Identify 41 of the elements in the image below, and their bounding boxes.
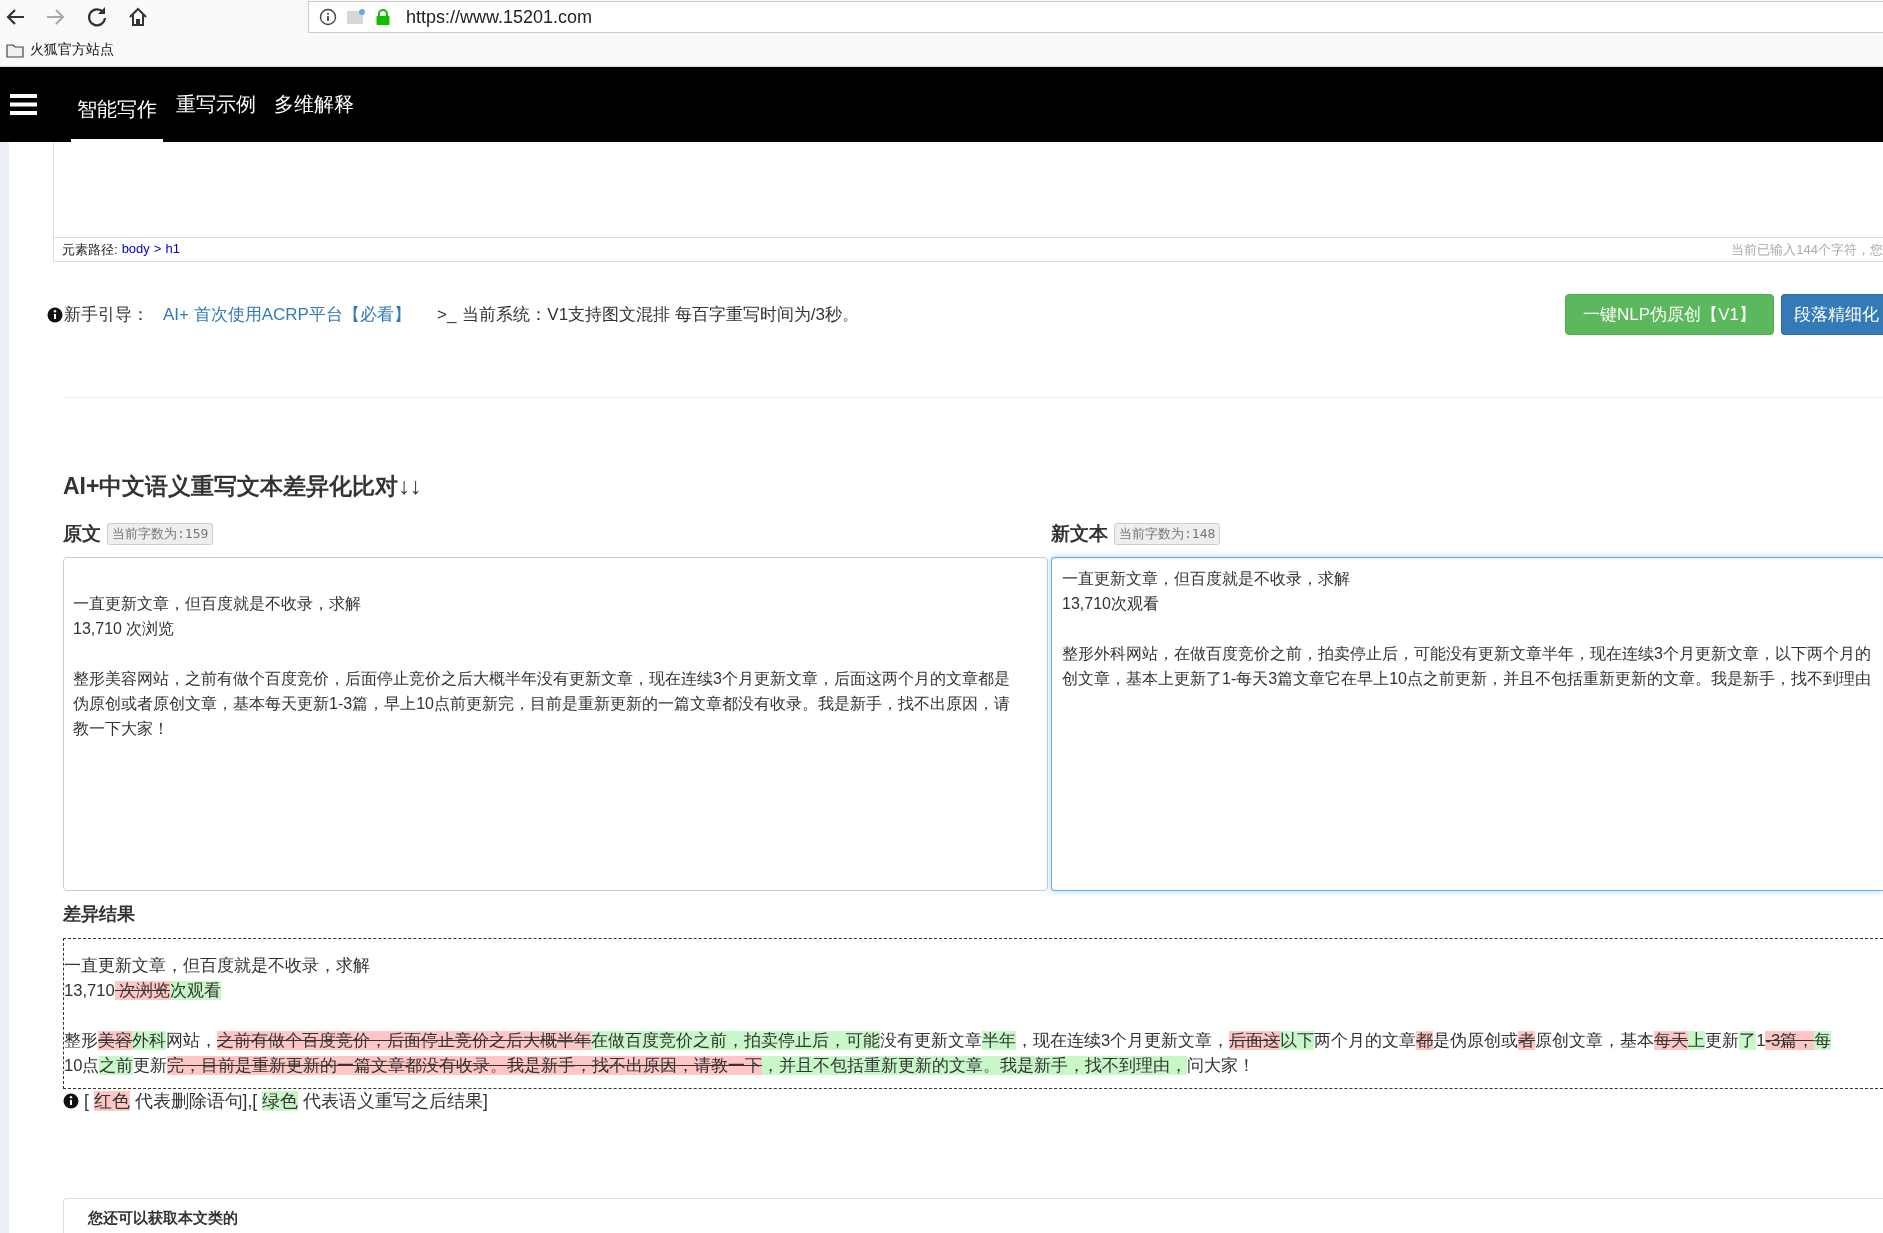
home-icon[interactable] (127, 6, 149, 28)
menu-icon[interactable] (10, 94, 37, 115)
lock-icon (375, 8, 391, 26)
prompt-glyph: >_ (436, 304, 457, 325)
diff-line: 一直更新文章，但百度就是不收录，求解 (64, 955, 370, 977)
nav-tab[interactable]: 多维解释 (269, 67, 359, 142)
nav-tab[interactable]: 智能写作 (71, 79, 163, 142)
bookmark-label: 火狐官方站点 (30, 41, 114, 59)
bookmark-item[interactable]: 火狐官方站点 (6, 41, 114, 59)
reload-icon[interactable] (86, 6, 108, 28)
text-area[interactable]: 一直更新文章，但百度就是不收录，求解 13,710 次浏览 整形美容网站，之前有做个百度竞价，后面停止竞价之后大概半年没有更新文章，现在连续3个月更新文章，后面这两个月的文章都是 伪原创或者原创文章，基本每天更新1-3篇，早上10点前更新完，目前是重新更新的一篇文章都没有收录。我是新手，找不出原因，请 教一下大家！ (63, 557, 1048, 891)
info-icon[interactable] (319, 8, 337, 26)
diff-line: 13,710 次浏览次观看 (64, 980, 222, 1002)
diff-line: 整形美容外科网站，之前有做个百度竞价，后面停止竞价之后大概半年在做百度竞价之前，拍卖停止后，可能没有更新文章半年，现在连续3个月更新文章，后面这以下两个月的文章都是伪原创或者原创文章，基本每天上更新了1-3篇，每 (64, 1030, 1832, 1052)
section-heading: AI+中文语义重写文本差异化比对↓↓ (63, 472, 423, 501)
pane-label: 新文本 (1051, 522, 1108, 546)
path-label: 元素路径: (62, 240, 118, 259)
section-heading: 差异结果 (63, 903, 136, 926)
pane-label: 原文 (63, 522, 101, 546)
path-link[interactable]: body (121, 240, 150, 259)
system-info: 当前系统：V1支持图文混排 每百字重写时间为/3秒。 (462, 304, 860, 326)
page-icon (346, 8, 366, 26)
text-area[interactable]: 一直更新文章，但百度就是不收录，求解 13,710次观看 整形外科网站，在做百度竞价之前，拍卖停止后，可能没有更新文章半年，现在连续3个月更新文章，以下两个月的 创文章，基本上更新了1-每天3篇文章它在早上10点之前更新，并且不包括重新更新的文章。我是新手，找不到理由 (1051, 557, 1883, 891)
info-icon (63, 1093, 79, 1109)
address-bar[interactable]: https://www.15201.com (308, 1, 1883, 33)
char-count-status: 当前已输入144个字符，您 (1731, 240, 1883, 259)
diff-line: 10点之前更新完，目前是重新更新的一篇文章都没有收录。我是新手，找不出原因，请教一下，并且不包括重新更新的文章。我是新手，找不到理由，问大家！ (64, 1055, 1256, 1077)
folder-icon (6, 42, 24, 58)
action-button[interactable]: 段落精细化 (1781, 294, 1883, 335)
guide-link[interactable]: AI+ 首次使用ACRP平台【必看】 (163, 303, 411, 326)
char-count-badge: 当前字数为:159 (107, 523, 214, 545)
path-link[interactable]: h1 (165, 240, 180, 259)
legend-text: [ 红色 代表删除语句],[ 绿色 代表语义重写之后结果] (84, 1090, 488, 1112)
path-separator: > (153, 240, 162, 258)
card-title: 您还可以获取本文类的 (88, 1209, 239, 1228)
info-icon (47, 306, 63, 323)
editor-area[interactable]: 元素路径: body > h1 当前已输入144个字符，您 (53, 142, 1883, 262)
url-text: https://www.15201.com (406, 6, 593, 28)
nav-tab[interactable]: 重写示例 (171, 67, 261, 142)
guide-label: 新手引导： (64, 304, 149, 326)
char-count-badge: 当前字数为:148 (1114, 523, 1221, 545)
